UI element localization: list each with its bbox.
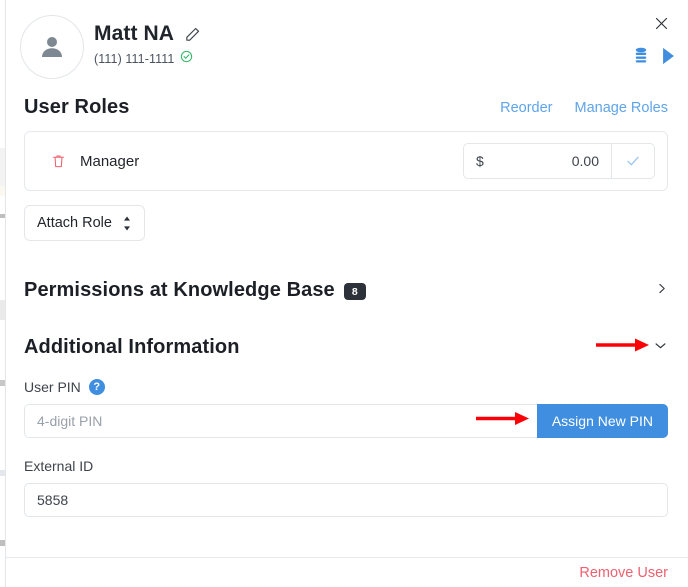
permissions-title-group: Permissions at Knowledge Base 8 [24, 279, 366, 302]
avatar [20, 15, 84, 79]
play-icon[interactable] [661, 47, 676, 65]
assign-new-pin-button[interactable]: Assign New PIN [537, 404, 668, 438]
additional-information-header[interactable]: Additional Information [24, 336, 668, 359]
user-pin-row: Assign New PIN [24, 404, 668, 438]
chevron-right-icon[interactable] [655, 282, 668, 300]
role-row-left: Manager [37, 153, 139, 170]
attach-role-select[interactable]: Attach Role [24, 205, 145, 241]
page-title: Matt NA [94, 22, 174, 46]
panel-footer: Remove User [6, 557, 688, 587]
close-icon[interactable] [648, 10, 674, 36]
check-icon[interactable] [612, 144, 654, 178]
permissions-title: Permissions at Knowledge Base [24, 279, 335, 302]
user-pin-label-row: User PIN ? [24, 379, 668, 395]
role-name: Manager [80, 153, 139, 170]
updown-arrows-icon [122, 216, 132, 231]
status-badge: 8 [344, 283, 366, 300]
additional-information-title: Additional Information [24, 336, 240, 359]
additional-information-controls [595, 337, 668, 358]
user-roles-header: User Roles Reorder Manage Roles [24, 96, 668, 119]
header-actions [633, 47, 676, 65]
database-icon[interactable] [633, 47, 649, 65]
external-id-input[interactable] [24, 483, 668, 517]
currency-symbol: $ [476, 153, 484, 169]
user-identity: Matt NA (111) 111-1111 [94, 22, 201, 68]
reorder-link[interactable]: Reorder [500, 100, 552, 116]
panel-header: Matt NA (111) 111-1111 [6, 0, 688, 96]
chevron-down-icon[interactable] [653, 338, 668, 358]
permissions-section-row[interactable]: Permissions at Knowledge Base 8 [24, 279, 668, 302]
role-rate-group: $ 0.00 [463, 143, 655, 179]
check-circle-icon [180, 50, 193, 68]
person-icon [37, 32, 67, 62]
remove-user-link[interactable]: Remove User [579, 565, 668, 581]
role-rate-input[interactable]: $ 0.00 [464, 144, 612, 178]
user-phone: (111) 111-1111 [94, 52, 174, 66]
user-detail-panel-screen: Matt NA (111) 111-1111 [0, 0, 688, 587]
user-name-row: Matt NA [94, 22, 201, 46]
external-id-label: External ID [24, 458, 668, 474]
manage-roles-link[interactable]: Manage Roles [575, 100, 669, 116]
user-detail-panel: Matt NA (111) 111-1111 [5, 0, 688, 587]
user-phone-row: (111) 111-1111 [94, 50, 201, 68]
user-roles-card: Manager $ 0.00 [24, 131, 668, 191]
role-rate-value: 0.00 [572, 153, 599, 169]
user-pin-input[interactable] [24, 404, 537, 438]
user-roles-title: User Roles [24, 96, 130, 119]
trash-icon[interactable] [51, 153, 66, 169]
user-roles-actions: Reorder Manage Roles [500, 100, 668, 116]
red-arrow-icon [595, 337, 651, 358]
question-mark-icon[interactable]: ? [89, 379, 105, 395]
user-pin-label: User PIN [24, 379, 81, 395]
attach-role-label: Attach Role [37, 215, 112, 231]
panel-body: User Roles Reorder Manage Roles Manager [6, 96, 688, 517]
pencil-icon[interactable] [184, 26, 201, 43]
table-row: Manager $ 0.00 [37, 142, 655, 180]
